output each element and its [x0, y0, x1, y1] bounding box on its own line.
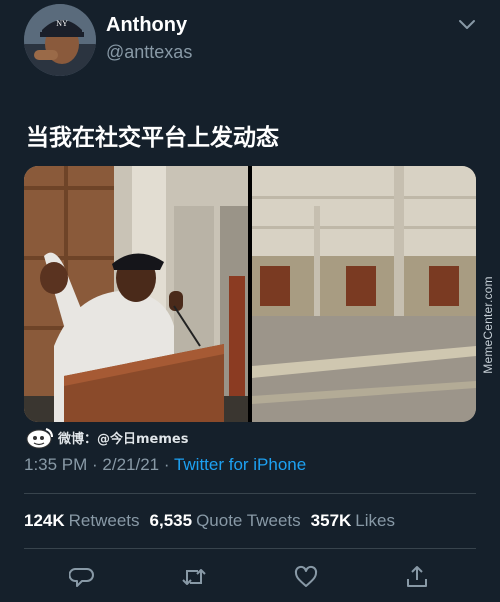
avatar[interactable]: NY	[24, 4, 96, 76]
media-image-left[interactable]	[24, 166, 248, 422]
source-link[interactable]: Twitter for iPhone	[174, 455, 306, 474]
divider	[24, 548, 476, 549]
reply-icon[interactable]	[69, 564, 95, 590]
share-icon[interactable]	[404, 564, 430, 590]
weibo-logo-icon	[26, 428, 53, 449]
retweet-icon[interactable]	[181, 564, 207, 590]
tweet-meta: 1:35 PM · 2/21/21 · Twitter for iPhone	[24, 455, 306, 475]
quotes-stat[interactable]: 6,535 Quote Tweets	[150, 511, 301, 531]
tweet-stats: 124K Retweets 6,535 Quote Tweets 357K Likes	[24, 511, 395, 531]
media-image-right[interactable]	[252, 166, 476, 422]
timestamp[interactable]: 1:35 PM · 2/21/21 ·	[24, 455, 174, 474]
tweet-text: 当我在社交平台上发动态	[26, 125, 279, 151]
tweet-actions	[0, 560, 500, 594]
svg-text:NY: NY	[56, 19, 68, 28]
likes-stat[interactable]: 357K Likes	[311, 511, 395, 531]
avatar-photo-icon: NY	[24, 4, 96, 76]
divider	[24, 493, 476, 494]
tweet-header: NY Anthony @anttexas	[0, 0, 500, 80]
tweet-media[interactable]	[24, 166, 476, 422]
user-handle[interactable]: @anttexas	[106, 42, 192, 63]
chevron-down-icon[interactable]	[458, 18, 476, 32]
side-watermark: MemeCenter.com	[481, 276, 495, 374]
display-name[interactable]: Anthony	[106, 14, 187, 37]
like-icon[interactable]	[293, 564, 319, 590]
retweets-stat[interactable]: 124K Retweets	[24, 511, 140, 531]
weibo-watermark: 微博：@今日memes	[26, 424, 188, 450]
